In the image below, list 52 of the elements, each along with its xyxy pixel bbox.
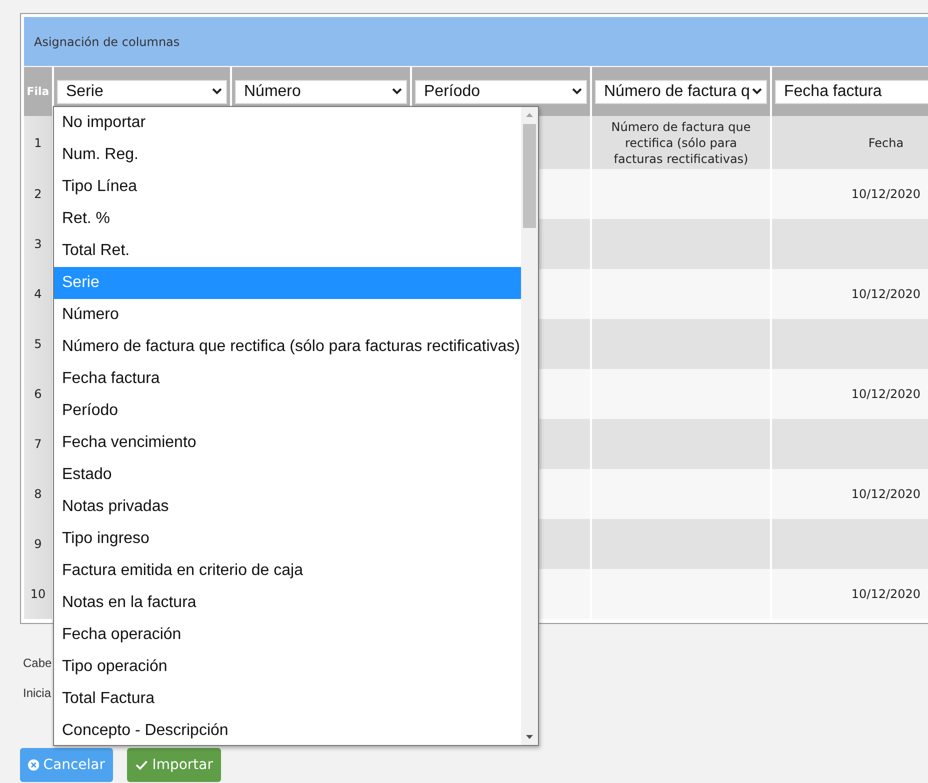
dropdown-option[interactable]: Número — [54, 299, 521, 331]
table-cell: 10/12/2020 — [770, 369, 928, 419]
row-number: 8 — [24, 469, 52, 519]
form-label: Inicia — [23, 686, 52, 700]
table-cell: Fecha — [770, 116, 928, 169]
dropdown-option[interactable]: Notas privadas — [54, 491, 521, 523]
table-cell: 10/12/2020 — [770, 169, 928, 219]
table-cell: 10/12/2020 — [770, 569, 928, 619]
table-cell: 10/12/2020 — [770, 469, 928, 519]
column-select[interactable]: Serie — [57, 80, 227, 104]
row-number: 4 — [24, 269, 52, 319]
dropdown-option[interactable]: No importar — [54, 107, 521, 139]
dropdown-option[interactable]: Fecha factura — [54, 363, 521, 395]
dropdown-option[interactable]: Tipo Línea — [54, 171, 521, 203]
dropdown-option[interactable]: Total Ret. — [54, 235, 521, 267]
column-header: Fila — [24, 66, 52, 116]
dropdown-option[interactable]: Estado — [54, 459, 521, 491]
row-number: 10 — [24, 569, 52, 619]
table-cell: Número de factura que rectifica (sólo para facturas rectificativas) — [590, 116, 770, 169]
dropdown-option[interactable]: Fecha vencimiento — [54, 427, 521, 459]
chevron-down-icon — [572, 88, 582, 95]
column-select[interactable]: Número de factura q — [595, 80, 767, 104]
dropdown-option[interactable]: Fecha operación — [54, 619, 521, 651]
dropdown-option[interactable]: Tipo ingreso — [54, 523, 521, 555]
chevron-down-icon — [212, 88, 222, 95]
chevron-down-icon — [752, 88, 762, 95]
checkmark-icon — [135, 758, 148, 772]
dropdown-option[interactable]: Notas en la factura — [54, 587, 521, 619]
column-select[interactable]: Número — [235, 80, 407, 104]
row-number: 3 — [24, 219, 52, 269]
scrollbar-thumb[interactable] — [523, 124, 536, 228]
dropdown-option[interactable]: Número de factura que rectifica (sólo para facturas rectificativas) — [54, 331, 521, 363]
table-cell: 10/12/2020 — [770, 269, 928, 319]
panel-title: Asignación de columnas — [34, 34, 180, 48]
dropdown-option[interactable]: Total Factura — [54, 683, 521, 715]
dropdown-option[interactable]: Concepto - Descripción — [54, 715, 521, 747]
dropdown-option[interactable]: Ret. % — [54, 203, 521, 235]
dropdown-option[interactable]: Num. Reg. — [54, 139, 521, 171]
row-number: 5 — [24, 319, 52, 369]
row-number: 1 — [24, 116, 52, 169]
row-number: 2 — [24, 169, 52, 219]
column-select[interactable]: Período — [415, 80, 587, 104]
dropdown-option[interactable]: Factura emitida en criterio de caja — [54, 555, 521, 587]
chevron-down-icon — [392, 88, 402, 95]
column-select[interactable]: Fecha factura — [775, 80, 928, 104]
form-label: Cabe — [23, 656, 52, 670]
dropdown-option[interactable]: Tipo operación — [54, 651, 521, 683]
row-number: 7 — [24, 419, 52, 469]
row-number: 9 — [24, 519, 52, 569]
row-number: 6 — [24, 369, 52, 419]
scrollbar[interactable] — [521, 107, 538, 745]
dropdown-option[interactable]: Período — [54, 395, 521, 427]
